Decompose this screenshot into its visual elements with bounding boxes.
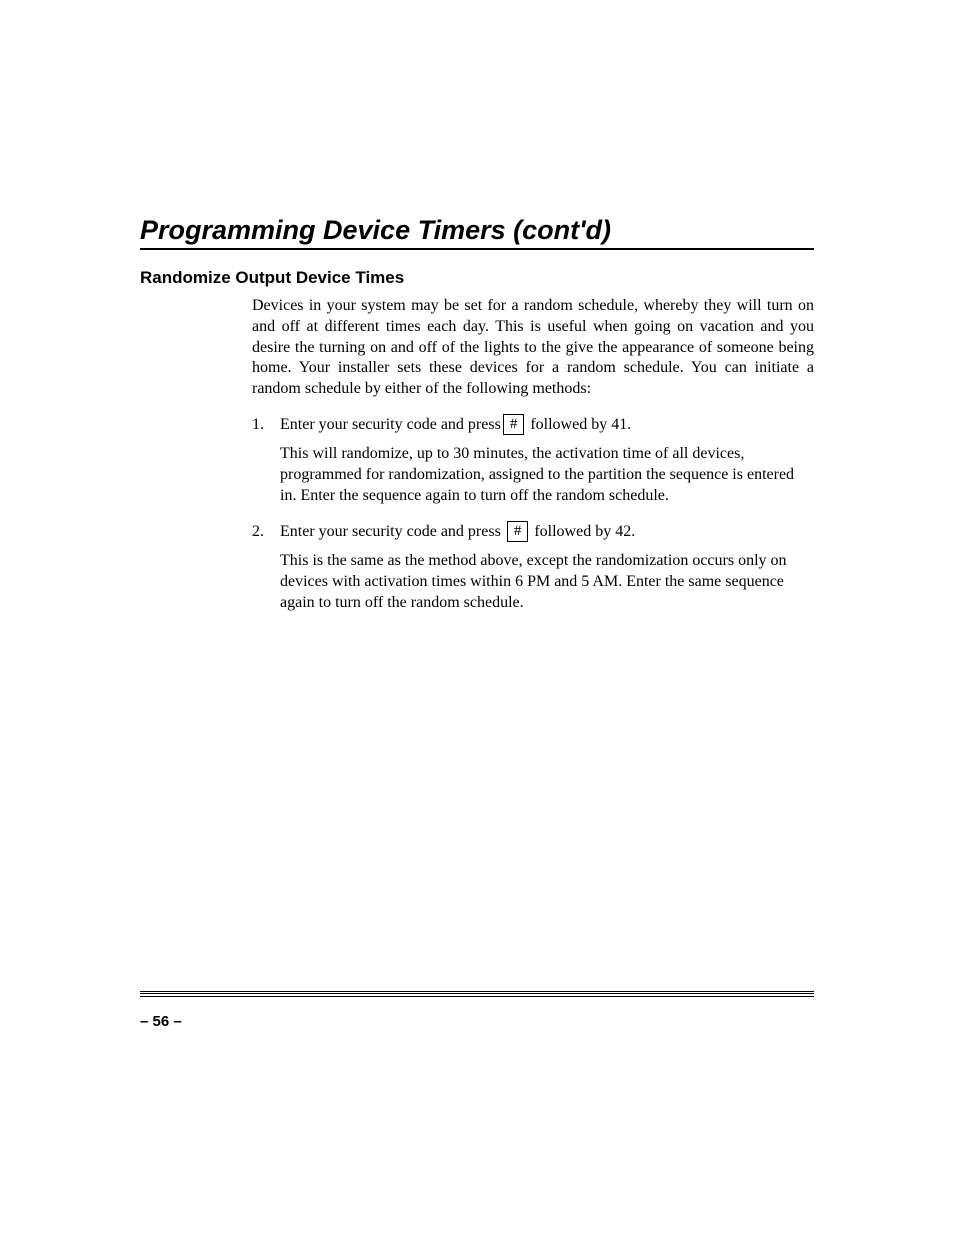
item-tail-text: followed by 41. [526, 416, 631, 433]
section-heading: Randomize Output Device Times [140, 268, 814, 288]
item-body-text: This is the same as the method above, ex… [280, 551, 814, 613]
item-lead-text: Enter your security code and press [280, 523, 505, 540]
footer-rule-thin [140, 996, 814, 997]
page-footer: – 56 – [140, 991, 814, 1030]
item-tail-text: followed by 42. [530, 523, 635, 540]
list-item: 2. Enter your security code and press # … [252, 521, 814, 614]
list-item-header: 1. Enter your security code and press# f… [252, 414, 814, 436]
item-text-wrap: Enter your security code and press# foll… [280, 414, 631, 436]
footer-rule [140, 991, 814, 994]
list-item: 1. Enter your security code and press# f… [252, 414, 814, 507]
keypad-key-hash: # [507, 521, 529, 542]
page-title: Programming Device Timers (cont'd) [140, 215, 814, 246]
item-text-wrap: Enter your security code and press # fol… [280, 521, 635, 543]
numbered-list: 1. Enter your security code and press# f… [252, 414, 814, 614]
keypad-key-hash: # [503, 414, 525, 435]
intro-paragraph: Devices in your system may be set for a … [252, 296, 814, 400]
page-number: – 56 – [140, 1013, 814, 1030]
title-underline [140, 248, 814, 250]
item-body-text: This will randomize, up to 30 minutes, t… [280, 444, 814, 506]
list-item-header: 2. Enter your security code and press # … [252, 521, 814, 543]
item-lead-text: Enter your security code and press [280, 416, 501, 433]
page-content: Programming Device Timers (cont'd) Rando… [0, 0, 954, 614]
item-number: 2. [252, 521, 280, 543]
item-number: 1. [252, 414, 280, 436]
